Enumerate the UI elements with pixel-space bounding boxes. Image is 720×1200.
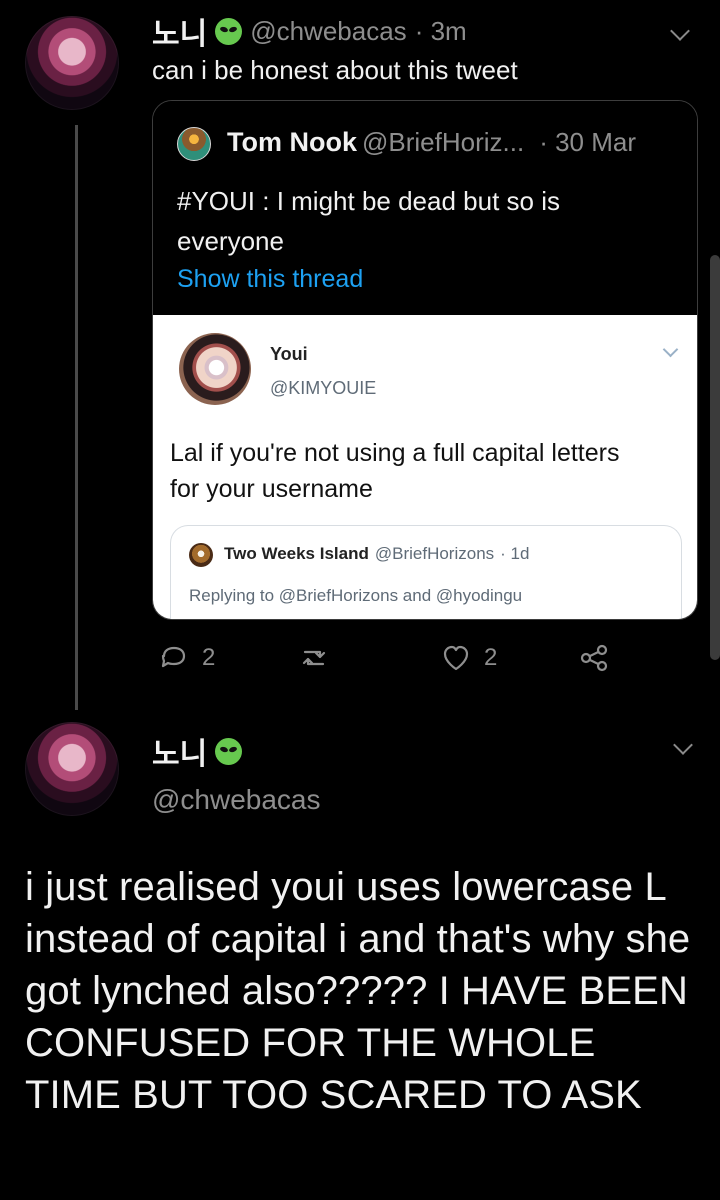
- inner-handle: @BriefHorizons: [374, 544, 495, 563]
- heart-icon: [443, 645, 469, 671]
- scrollbar[interactable]: [710, 255, 720, 660]
- timestamp[interactable]: · 3m: [415, 16, 467, 47]
- embedded-text: Lal if you're not using a full capital l…: [170, 439, 620, 503]
- reply-icon: [161, 646, 186, 668]
- inner-card-header: Two Weeks Island @BriefHorizons · 1d: [224, 544, 529, 564]
- avatar: [179, 333, 251, 405]
- display-name[interactable]: 노니: [152, 729, 207, 773]
- thread-line: [75, 125, 78, 710]
- avatar: [189, 543, 213, 567]
- embedded-name: Youi: [270, 344, 308, 364]
- reply-count: 2: [202, 644, 216, 671]
- tweet-text: i just realised youi uses lowercase L in…: [25, 865, 691, 1117]
- like-button[interactable]: 2: [440, 642, 497, 674]
- retweet-icon: [302, 650, 326, 666]
- reply-button[interactable]: 2: [158, 642, 215, 674]
- inner-time: · 1d: [500, 544, 530, 563]
- share-button[interactable]: [578, 642, 610, 674]
- quoted-tweet-card[interactable]: Tom Nook @BriefHoriz... · 30 Mar #YOUI :…: [152, 100, 698, 620]
- like-count: 2: [484, 644, 498, 671]
- tweet-text: can i be honest about this tweet: [152, 55, 518, 85]
- alien-icon: [215, 17, 243, 45]
- chevron-down-icon: [662, 341, 679, 358]
- tweet-header: 노니 @chwebacas · 3m: [152, 15, 467, 52]
- show-thread-link[interactable]: Show this thread: [177, 265, 363, 294]
- alien-icon: [215, 737, 243, 765]
- quoted-tweet-header: Tom Nook @BriefHoriz... · 30 Mar: [227, 126, 636, 158]
- quoted-time: · 30 Mar: [539, 126, 637, 157]
- avatar: [177, 127, 211, 161]
- avatar[interactable]: [25, 16, 119, 110]
- tweet-header: 노니: [152, 735, 243, 771]
- inner-name: Two Weeks Island: [224, 544, 369, 563]
- avatar[interactable]: [25, 722, 119, 816]
- handle[interactable]: @chwebacas: [152, 784, 321, 816]
- inner-reply-text: Replying to @BriefHorizons and @hyodingu: [189, 586, 523, 605]
- quoted-handle: @BriefHoriz...: [362, 126, 525, 157]
- retweet-button[interactable]: [298, 642, 330, 674]
- chevron-down-icon[interactable]: [670, 21, 690, 41]
- display-name[interactable]: 노니: [152, 9, 207, 53]
- embedded-inner-card: Two Weeks Island @BriefHorizons · 1d Rep…: [170, 525, 682, 619]
- quoted-name: Tom Nook: [227, 126, 357, 157]
- quoted-text: #YOUI : I might be dead but so is everyo…: [177, 186, 560, 256]
- embedded-screenshot: Youi @KIMYOUIE Lal if you're not using a…: [153, 315, 697, 619]
- chevron-down-icon[interactable]: [673, 735, 693, 755]
- handle[interactable]: @chwebacas: [250, 16, 406, 47]
- quoted-tweet-header-area: Tom Nook @BriefHoriz... · 30 Mar #YOUI :…: [153, 101, 697, 315]
- embedded-handle: @KIMYOUIE: [270, 378, 377, 398]
- share-icon: [580, 644, 608, 672]
